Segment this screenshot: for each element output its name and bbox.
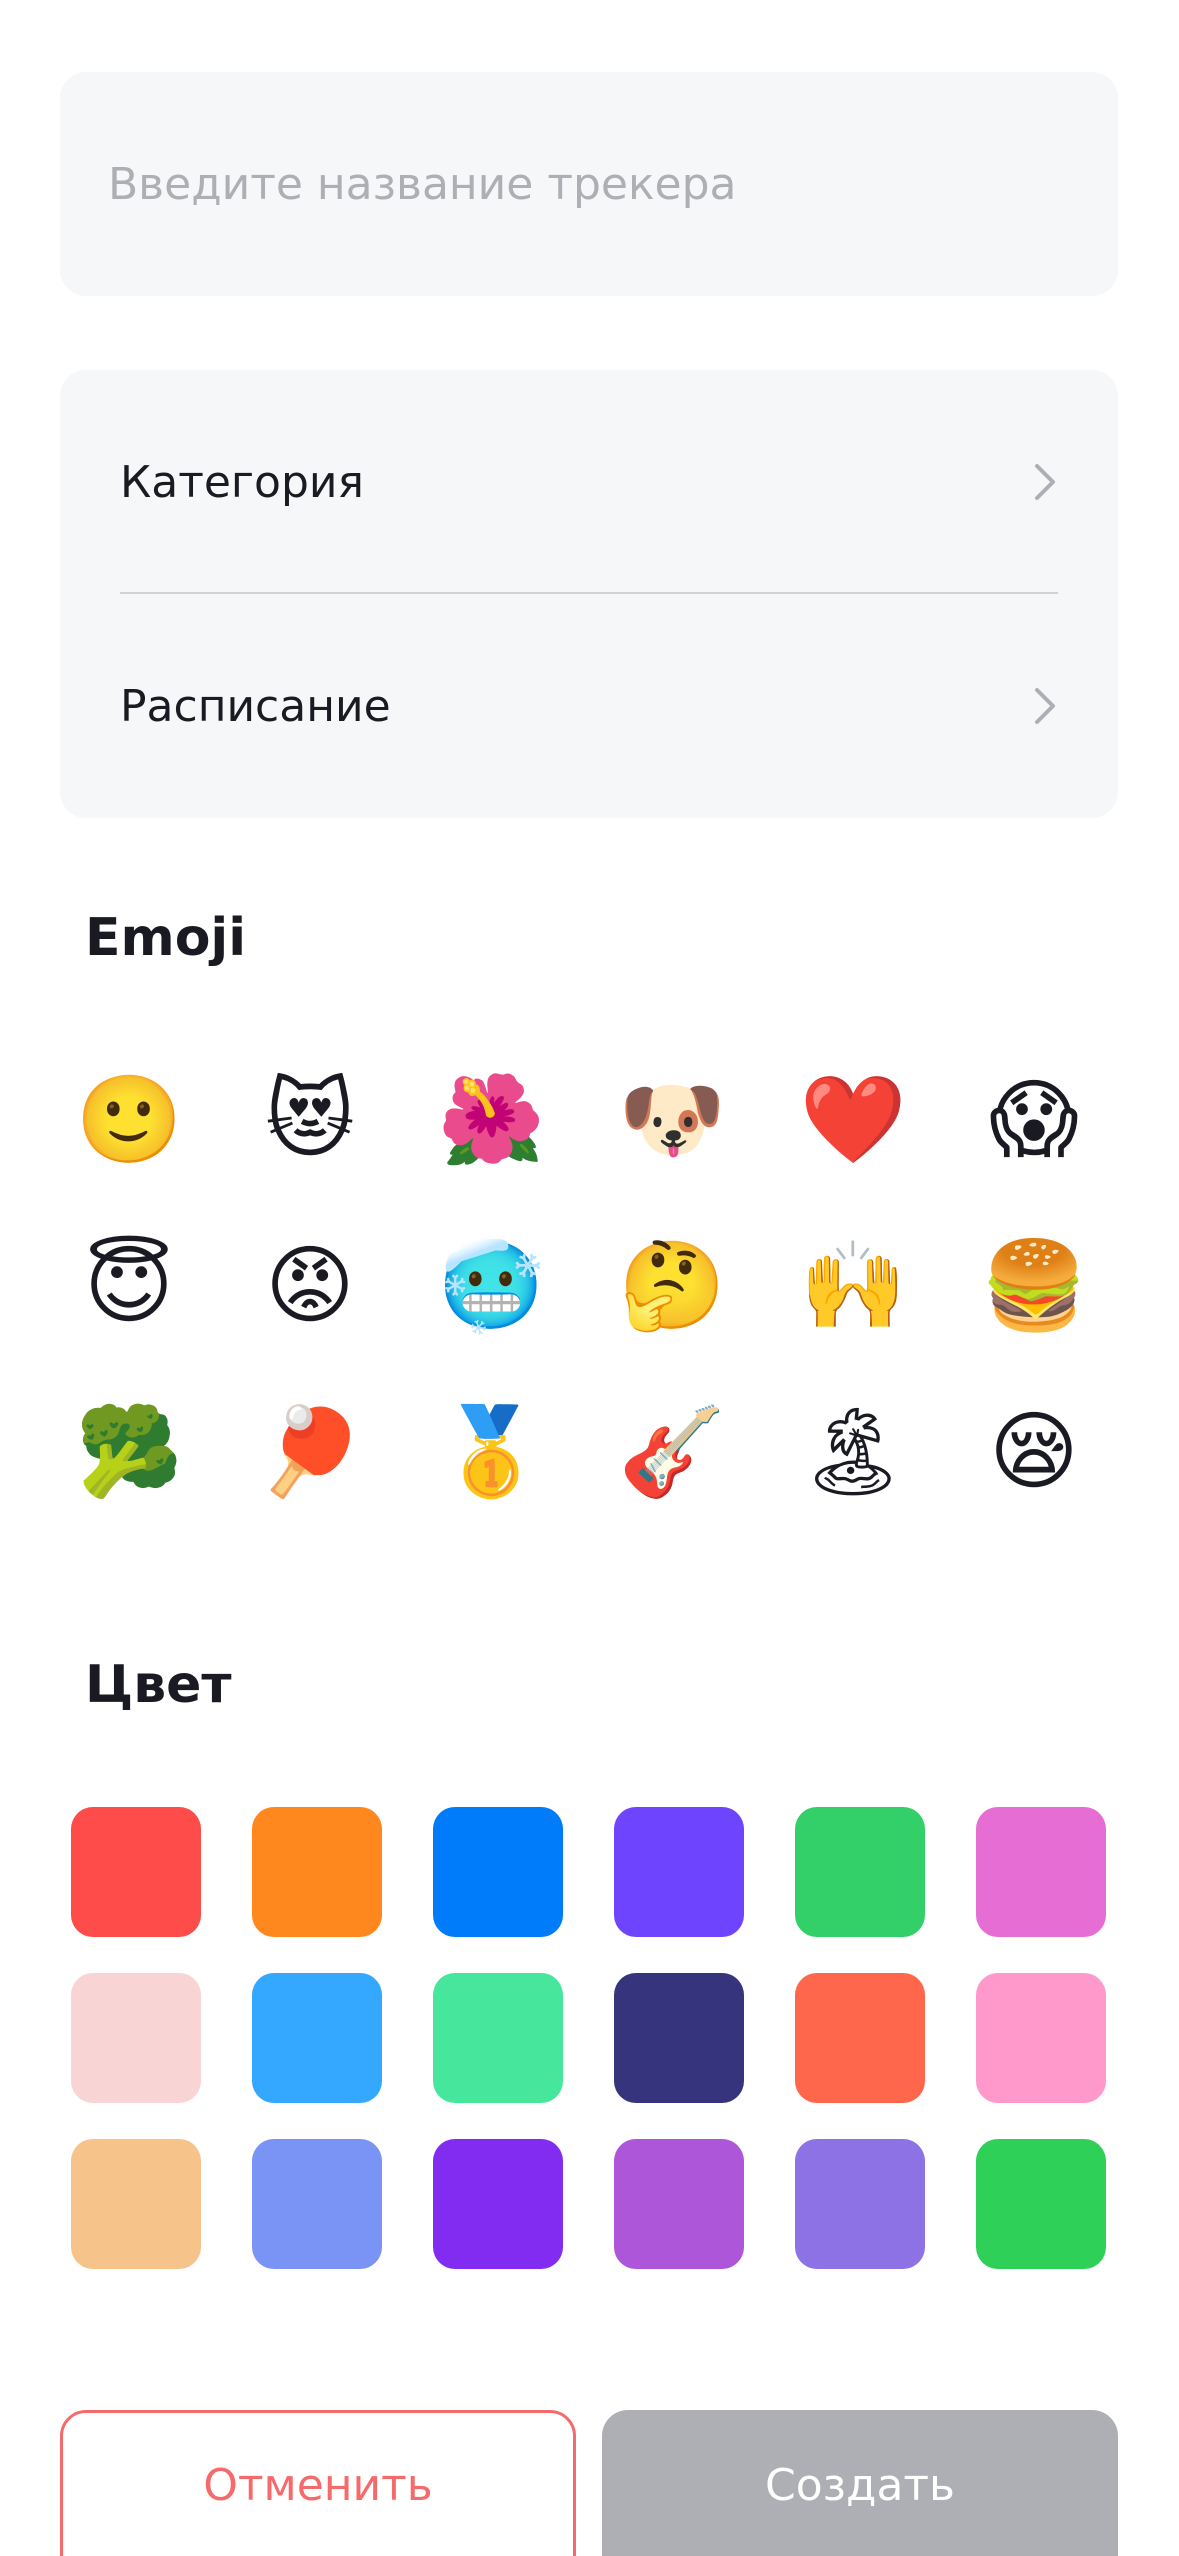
emoji-option[interactable]: 🤔 <box>607 1221 737 1351</box>
color-grid <box>71 1807 1111 2269</box>
color-swatch[interactable] <box>976 1973 1106 2103</box>
tracker-name-input[interactable] <box>108 158 1118 210</box>
color-swatch[interactable] <box>252 1973 382 2103</box>
category-row[interactable]: Категория <box>60 370 1118 594</box>
emoji-section-title: Emoji <box>85 908 247 968</box>
color-swatch[interactable] <box>795 1973 925 2103</box>
emoji-option[interactable]: 🙂 <box>64 1055 194 1185</box>
emoji-option[interactable]: 🌺 <box>426 1055 556 1185</box>
emoji-option[interactable]: 🏝 <box>788 1387 918 1517</box>
emoji-grid: 🙂 😻 🌺 🐶 ❤️ 😱 😇 😡 🥶 🤔 🙌 🍔 🥦 🏓 🥇 🎸 🏝 😪 <box>64 1055 1116 1517</box>
emoji-option[interactable]: 🥇 <box>426 1387 556 1517</box>
color-swatch[interactable] <box>71 1807 201 1937</box>
tracker-name-field[interactable] <box>60 72 1118 296</box>
color-swatch[interactable] <box>795 2139 925 2269</box>
schedule-row[interactable]: Расписание <box>60 594 1118 818</box>
color-swatch[interactable] <box>976 2139 1106 2269</box>
cancel-button[interactable]: Отменить <box>60 2410 576 2556</box>
emoji-option[interactable]: 🙌 <box>788 1221 918 1351</box>
color-swatch[interactable] <box>71 1973 201 2103</box>
emoji-option[interactable]: 🐶 <box>607 1055 737 1185</box>
color-swatch[interactable] <box>252 2139 382 2269</box>
new-habit-screen: Категория Расписание Emoji 🙂 😻 🌺 🐶 ❤️ 😱 😇 😡 🥶 🤔 🙌 🍔… <box>0 0 1179 2556</box>
color-swatch[interactable] <box>614 1807 744 1937</box>
emoji-option[interactable]: 🍔 <box>969 1221 1099 1351</box>
color-swatch[interactable] <box>433 1807 563 1937</box>
emoji-option[interactable]: 😻 <box>245 1055 375 1185</box>
color-swatch[interactable] <box>614 1973 744 2103</box>
emoji-option[interactable]: ❤️ <box>788 1055 918 1185</box>
emoji-option[interactable]: 🏓 <box>245 1387 375 1517</box>
emoji-option[interactable]: 😡 <box>245 1221 375 1351</box>
emoji-option[interactable]: 🥦 <box>64 1387 194 1517</box>
color-section-title: Цвет <box>85 1655 232 1715</box>
chevron-right-icon <box>1035 688 1055 724</box>
color-swatch[interactable] <box>976 1807 1106 1937</box>
color-swatch[interactable] <box>433 2139 563 2269</box>
color-swatch[interactable] <box>433 1973 563 2103</box>
chevron-right-icon <box>1035 464 1055 500</box>
color-swatch[interactable] <box>614 2139 744 2269</box>
category-label: Категория <box>120 456 364 508</box>
color-swatch[interactable] <box>795 1807 925 1937</box>
emoji-option[interactable]: 😱 <box>969 1055 1099 1185</box>
emoji-option[interactable]: 😪 <box>969 1387 1099 1517</box>
create-button[interactable]: Создать <box>602 2410 1118 2556</box>
schedule-label: Расписание <box>120 680 391 732</box>
color-swatch[interactable] <box>252 1807 382 1937</box>
emoji-option[interactable]: 🥶 <box>426 1221 556 1351</box>
color-swatch[interactable] <box>71 2139 201 2269</box>
emoji-option[interactable]: 🎸 <box>607 1387 737 1517</box>
emoji-option[interactable]: 😇 <box>64 1221 194 1351</box>
